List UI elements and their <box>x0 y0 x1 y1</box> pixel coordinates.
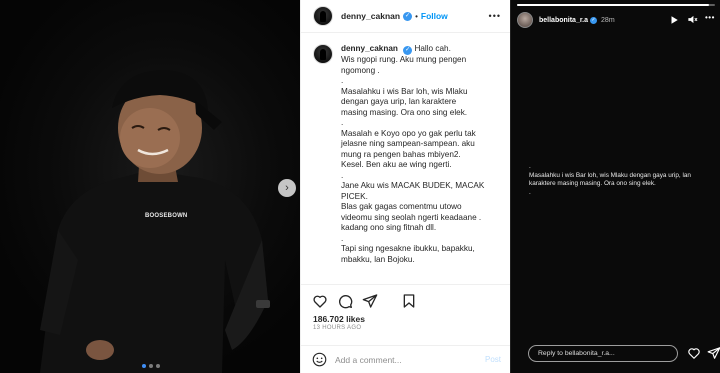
caption-line: Wis ngopi rung. Aku mung pengen <box>341 55 467 64</box>
carousel-dots <box>142 364 160 368</box>
story-avatar[interactable] <box>517 12 533 28</box>
caption-line: ngomong . <box>341 65 380 75</box>
carousel-dot <box>149 364 153 368</box>
story-viewer[interactable]: bellabonita_r.a ✓ 28m ••• . Masalahku i w… <box>510 0 720 373</box>
more-options-icon[interactable]: ••• <box>489 11 501 21</box>
caption-line: kadang ono sing fitnah dll. <box>341 223 437 232</box>
caption-line: Kesel. Ben aku ae wing ngerti. <box>341 160 452 169</box>
follow-button[interactable]: Follow <box>421 11 448 21</box>
author-avatar[interactable] <box>313 6 333 26</box>
verified-badge-icon: ✓ <box>403 11 413 21</box>
carousel-dot <box>142 364 146 368</box>
caption-line: masing masing. Ora ono sing elek. <box>341 107 468 117</box>
caption-line: Jane Aku wis MACAK BUDEK, MACAK <box>341 181 485 190</box>
caption-line: mbakku, lan Bojoku. <box>341 254 415 264</box>
story-caption: . Masalahku i wis Bar loh, wis Mlaku deng… <box>529 163 709 197</box>
post-timestamp: 13 HOURS AGO <box>313 325 362 331</box>
person-illustration <box>40 70 270 373</box>
caption-area: denny_caknan ✓ Hallo cah. Wis ngopi rung… <box>301 34 511 284</box>
story-progress-bar <box>517 4 715 6</box>
caption-line: jelasne ning sampean-sampean. aku <box>341 139 475 148</box>
like-heart-icon[interactable] <box>312 293 328 309</box>
save-bookmark-icon[interactable] <box>401 293 417 309</box>
caption-line: Tapi sing ngesakne ibukku, bapakku, <box>341 244 475 253</box>
story-progress-fill <box>517 4 710 6</box>
story-send-icon[interactable] <box>707 346 720 360</box>
story-timestamp: 28m <box>601 16 615 24</box>
shirt-logo-text: BOOSEBOWN <box>145 213 188 219</box>
post-photo[interactable]: BOOSEBOWN › <box>0 0 300 373</box>
caption-line: PICEK. <box>341 191 368 201</box>
chevron-right-icon: › <box>285 182 289 194</box>
story-caption-line: karaktere masing masing. Ora ono sing el… <box>529 180 656 188</box>
caption-line: Masalahku i wis Bar loh, wis Mlaku <box>341 86 468 96</box>
emoji-smiley-icon[interactable] <box>312 352 327 367</box>
story-caption-line: . <box>529 163 531 170</box>
verified-badge-icon: ✓ <box>403 46 413 55</box>
post-actions <box>301 284 511 314</box>
caption-greeting: Hallo cah. <box>414 44 451 53</box>
caption-body: denny_caknan ✓ Hallo cah. Wis ngopi rung… <box>341 44 501 265</box>
story-header: bellabonita_r.a ✓ 28m ••• <box>517 11 715 29</box>
mute-speaker-icon[interactable] <box>687 14 698 25</box>
story-caption-line: Masalahku i wis Bar loh, wis Mlaku denga… <box>529 171 691 179</box>
post-comment-button[interactable]: Post <box>485 355 501 364</box>
comment-bar: Post <box>301 345 511 373</box>
caption-line: . <box>341 170 344 180</box>
author-username[interactable]: denny_caknan <box>341 11 400 21</box>
screenshot-frame: BOOSEBOWN › denny_caknan ✓ • Follow ••• … <box>0 0 720 373</box>
caption-line: . <box>341 118 344 127</box>
story-more-icon[interactable]: ••• <box>705 13 715 22</box>
post-header: denny_caknan ✓ • Follow ••• <box>301 0 511 33</box>
story-like-heart-icon[interactable] <box>687 346 701 360</box>
separator-dot: • <box>415 11 418 21</box>
caption-row: denny_caknan ✓ Hallo cah. Wis ngopi rung… <box>313 44 501 265</box>
caption-line: Blas gak gagas comentmu utowo <box>341 202 462 211</box>
story-reply-input[interactable] <box>528 345 678 362</box>
caption-username[interactable]: denny_caknan <box>341 44 398 53</box>
caption-avatar[interactable] <box>313 44 333 64</box>
likes-count[interactable]: 186.702 likes <box>313 314 365 324</box>
caption-line: dengan gaya urip, lan karaktere <box>341 97 457 106</box>
comment-input[interactable] <box>335 353 475 367</box>
post-panel: denny_caknan ✓ • Follow ••• denny_caknan… <box>300 0 511 373</box>
verified-badge-icon: ✓ <box>590 16 598 24</box>
caption-line: videomu sing seolah ngerti keadaane . <box>341 212 482 222</box>
story-caption-line: . <box>529 188 531 196</box>
caption-line: . <box>341 76 344 85</box>
carousel-dot <box>156 364 160 368</box>
caption-first-line: denny_caknan ✓ Hallo cah. <box>341 44 501 55</box>
share-send-icon[interactable] <box>362 293 378 309</box>
caption-line: mung ra pengen bahas mbiyen2. <box>341 149 461 159</box>
story-username[interactable]: bellabonita_r.a <box>539 17 588 24</box>
caption-text: Wis ngopi rung. Aku mung pengen ngomong .… <box>341 55 501 265</box>
play-icon[interactable] <box>669 15 679 25</box>
caption-line: . <box>341 233 344 243</box>
caption-line: Masalah e Koyo opo yo gak perlu tak <box>341 128 476 138</box>
comment-bubble-icon[interactable] <box>337 293 353 309</box>
next-photo-button[interactable]: › <box>278 179 296 197</box>
